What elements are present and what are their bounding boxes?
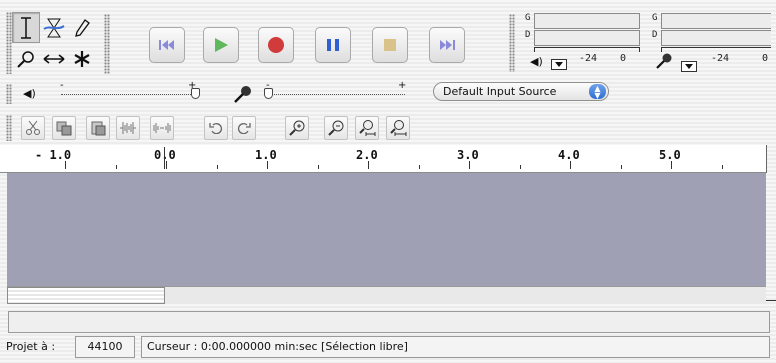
- ruler-label: 5.0: [659, 148, 681, 162]
- play-meter-scale: [534, 47, 640, 52]
- toolbar-grip[interactable]: [104, 14, 110, 74]
- envelope-tool-icon[interactable]: [40, 12, 68, 43]
- scissors-icon: [26, 120, 40, 135]
- input-volume-slider[interactable]: [264, 88, 273, 99]
- track-area[interactable]: [7, 173, 766, 286]
- updown-arrows-icon: ▲ ▼: [589, 84, 606, 100]
- output-volume-track[interactable]: [61, 94, 195, 95]
- play-meter-scale-max: 0: [620, 53, 627, 64]
- paste-icon: [91, 121, 106, 136]
- record-meter-scale: [661, 47, 771, 52]
- ruler-major-tick: [671, 161, 672, 169]
- scroll-corner: [766, 300, 776, 301]
- cut-button[interactable]: [21, 116, 45, 140]
- copy-button[interactable]: [52, 116, 76, 140]
- silence-button[interactable]: [150, 116, 174, 140]
- toolbar-grip[interactable]: [6, 115, 12, 141]
- zoom-fit-icon: [390, 120, 407, 136]
- project-rate-label: Projet à :: [6, 340, 56, 353]
- input-volume-track[interactable]: [264, 94, 405, 95]
- output-volume-icon: ◀): [23, 87, 36, 100]
- zoom-in-icon: [289, 120, 305, 136]
- zoom-out-icon: [328, 120, 344, 136]
- play-meter-left-label: G: [525, 13, 531, 23]
- input-source-select[interactable]: Default Input Source ▲ ▼: [433, 82, 609, 101]
- cursor-status: Curseur : 0:00.000000 min:sec [Sélection…: [141, 336, 770, 358]
- play-meter-right-bar: [534, 30, 640, 46]
- ruler-origin-marker: [164, 147, 165, 169]
- record-meter-left-bar: [661, 13, 771, 29]
- skip-to-end-button[interactable]: [429, 27, 465, 63]
- ruler-major-tick: [368, 161, 369, 169]
- multi-tool-icon[interactable]: [68, 43, 96, 74]
- horizontal-scrollbar-thumb[interactable]: [7, 287, 165, 304]
- trim-icon: [120, 122, 136, 134]
- record-meter-scale-min: -24: [711, 53, 730, 64]
- ruler-minor-tick: [216, 165, 218, 169]
- record-button[interactable]: [258, 27, 294, 63]
- selection-tool-icon[interactable]: [12, 12, 40, 43]
- ruler-minor-tick: [519, 165, 521, 169]
- microphone-icon: [655, 52, 673, 73]
- ruler-label: 1.0: [255, 148, 277, 162]
- zoom-in-button[interactable]: [285, 116, 309, 140]
- ruler-label: 3.0: [457, 148, 479, 162]
- ruler-label: 2.0: [356, 148, 378, 162]
- record-meter-scale-max: 0: [762, 53, 769, 64]
- zoom-selection-icon: [359, 120, 376, 136]
- play-meter-right-label: D: [525, 30, 531, 40]
- ruler-major-tick: [570, 161, 571, 169]
- record-meter-right-bar: [661, 30, 771, 46]
- fit-selection-button[interactable]: [355, 116, 379, 140]
- skip-to-start-button[interactable]: [149, 27, 185, 63]
- ruler-minor-tick: [721, 165, 723, 169]
- ruler-minor-tick: [620, 165, 622, 169]
- output-slider-min-mark: -: [60, 80, 64, 91]
- play-meter-scale-min: -24: [579, 53, 598, 64]
- redo-button[interactable]: [232, 116, 256, 140]
- stop-button[interactable]: [372, 27, 408, 63]
- ruler-edge: [766, 145, 767, 173]
- paste-button[interactable]: [86, 116, 110, 140]
- input-microphone-icon: [233, 84, 253, 107]
- ruler-major-tick: [469, 161, 470, 169]
- speaker-icon: ◀): [530, 55, 543, 68]
- draw-tool-icon[interactable]: [68, 12, 96, 43]
- project-rate-field[interactable]: 44100: [75, 336, 135, 358]
- tools-toolbar: [12, 12, 96, 74]
- undo-button[interactable]: [204, 116, 228, 140]
- play-button[interactable]: [203, 27, 239, 63]
- trim-button[interactable]: [116, 116, 140, 140]
- input-slider-max-mark: +: [398, 80, 407, 91]
- ruler-minor-tick: [115, 165, 117, 169]
- toolbar-grip[interactable]: [6, 84, 12, 104]
- play-meter-left-bar: [534, 13, 640, 29]
- undo-icon: [209, 123, 222, 134]
- ruler-minor-tick: [418, 165, 420, 169]
- ruler-major-tick: [166, 161, 167, 169]
- input-source-value: Default Input Source: [443, 85, 557, 98]
- silence-icon: [153, 123, 171, 133]
- ruler-minor-tick: [317, 165, 319, 169]
- ruler-label: - 1.0: [35, 148, 72, 162]
- pause-button[interactable]: [315, 27, 351, 63]
- ruler-major-tick: [267, 161, 268, 169]
- record-meter-left-label: G: [652, 13, 658, 23]
- toolbar-grip[interactable]: [509, 14, 515, 72]
- status-message-bar: [8, 311, 770, 333]
- timeshift-tool-icon[interactable]: [40, 43, 68, 74]
- timeline-ruler[interactable]: - 1.00.01.02.03.04.05.0: [0, 145, 766, 173]
- play-meter-menu-button[interactable]: [551, 59, 567, 70]
- ruler-major-tick: [65, 161, 66, 169]
- ruler-label: 4.0: [558, 148, 580, 162]
- redo-icon: [238, 123, 251, 134]
- record-meter-menu-button[interactable]: [681, 61, 697, 72]
- record-meter-right-label: D: [652, 30, 658, 40]
- fit-project-button[interactable]: [386, 116, 410, 140]
- copy-icon: [56, 121, 72, 136]
- output-volume-slider[interactable]: [191, 88, 200, 99]
- zoom-out-button[interactable]: [324, 116, 348, 140]
- zoom-tool-icon[interactable]: [12, 43, 40, 74]
